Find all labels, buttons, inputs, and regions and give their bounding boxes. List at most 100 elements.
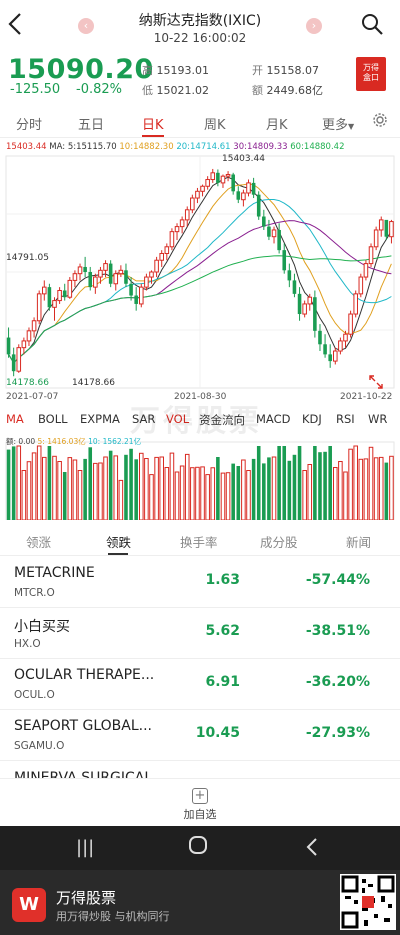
list-item[interactable]: METACRINE MTCR.O 1.63 -57.44%: [0, 557, 400, 608]
min-price-label: 14178.66: [72, 378, 115, 388]
volume-bar: [184, 453, 190, 521]
ind-tab-kdj[interactable]: KDJ: [302, 412, 322, 426]
volume-bar: [139, 452, 144, 521]
chevron-right-circle-icon[interactable]: ›: [306, 18, 322, 34]
candle-body: [169, 231, 175, 248]
candle-body: [47, 287, 52, 308]
volume-bar: [21, 470, 27, 521]
tab-monthly-k[interactable]: 月K: [266, 114, 288, 133]
add-watchlist-button[interactable]: + 加自选: [168, 784, 232, 824]
amount-quote: 额 2449.68亿: [252, 82, 323, 98]
volume-bar: [195, 466, 200, 521]
list-item[interactable]: OCULAR THERAPE... OCUL.O 6.91 -36.20%: [0, 659, 400, 710]
back-icon[interactable]: [306, 838, 318, 861]
volume-bar: [282, 446, 287, 520]
ind-tab-boll[interactable]: BOLL: [38, 412, 68, 426]
list-tab-news[interactable]: 新闻: [346, 532, 371, 551]
volume-bar: [216, 457, 220, 520]
list-tab-underline: [108, 553, 128, 555]
candle-body: [134, 295, 138, 304]
volume-legend: 额: 0.00 5: 1416.03亿 10: 1562.21亿: [6, 436, 141, 447]
tab-more-label: 更多: [322, 118, 349, 133]
app-banner[interactable]: W 万得股票 用万得炒股 与机构同行: [0, 870, 400, 935]
stock-price: 5.62: [205, 623, 240, 639]
banner-subtitle: 用万得炒股 与机构同行: [56, 910, 170, 923]
high-label: 高: [142, 64, 153, 77]
volume-bar: [333, 467, 338, 521]
candle-body: [108, 263, 113, 284]
list-tab-turnover[interactable]: 换手率: [180, 532, 218, 551]
volume-bar: [118, 479, 124, 521]
volume-bar: [6, 449, 11, 520]
low-value: 15021.02: [156, 84, 210, 97]
ind-tab-expma[interactable]: EXPMA: [80, 412, 120, 426]
gear-icon[interactable]: [372, 112, 388, 132]
volume-bar: [373, 457, 379, 521]
candle-body: [190, 197, 195, 211]
candle-body: [159, 253, 164, 261]
list-item[interactable]: SEAPORT GLOBAL... SGAMU.O 10.45 -27.93%: [0, 710, 400, 761]
candle-body: [113, 273, 119, 285]
list-tab-constituents[interactable]: 成分股: [260, 532, 298, 551]
volume-bar: [297, 446, 302, 520]
candle-body: [358, 276, 364, 295]
header: ‹ 纳斯达克指数(IXIC) 10-22 16:00:02 ›: [0, 0, 400, 52]
candle-body: [307, 296, 313, 305]
period-tabs: 分时 五日 日K 周K 月K 更多▼: [0, 106, 400, 138]
expand-icon[interactable]: [368, 374, 384, 394]
ind-tab-ma[interactable]: MA: [6, 412, 24, 426]
volume-bar: [134, 459, 138, 520]
volume-bar: [307, 464, 313, 521]
candle-body: [88, 272, 93, 288]
tab-weekly-k[interactable]: 周K: [204, 114, 226, 133]
candle-body: [262, 216, 266, 227]
stock-price: 1.63: [205, 572, 240, 588]
low-quote: 低 15021.02: [142, 82, 209, 98]
home-icon[interactable]: [188, 835, 208, 860]
recents-icon[interactable]: |||: [76, 837, 94, 858]
volume-bar: [154, 456, 159, 521]
candle-body: [256, 194, 261, 217]
tab-intraday[interactable]: 分时: [16, 114, 42, 133]
candle-body: [31, 320, 37, 332]
volume-bar: [77, 470, 83, 521]
brand-line1: 万得: [363, 63, 379, 72]
high-quote: 高 15193.01: [142, 62, 209, 78]
volume-bar: [363, 458, 369, 521]
open-value: 15158.07: [266, 64, 320, 77]
list-item[interactable]: MINERVA SURGICAL: [0, 761, 400, 778]
list-tab-gainers[interactable]: 领涨: [26, 532, 51, 551]
volume-bar: [302, 470, 307, 521]
ind-tab-wr[interactable]: WR: [368, 412, 387, 426]
volume-bar: [190, 467, 195, 521]
stock-name: 小白买买: [14, 619, 70, 635]
tab-daily-k[interactable]: 日K: [142, 114, 164, 133]
brand-badge[interactable]: 万得 盒口: [356, 57, 386, 91]
stock-change-pct: -57.44%: [305, 572, 370, 588]
candle-body: [302, 303, 307, 315]
system-navbar: |||: [0, 826, 400, 870]
candle-body: [353, 293, 358, 315]
candle-body: [338, 340, 343, 352]
volume-bar: [323, 451, 327, 520]
candle-body: [328, 354, 332, 362]
list-tab-losers[interactable]: 领跌: [106, 532, 131, 551]
list-item[interactable]: 小白买买 HX.O 5.62 -38.51%: [0, 608, 400, 659]
candle-body: [267, 226, 271, 237]
volume-bar: [287, 460, 292, 520]
tab-five-day[interactable]: 五日: [78, 114, 104, 133]
volume-bar: [67, 457, 73, 521]
kline-chart[interactable]: [0, 150, 400, 524]
volume-bar: [205, 474, 210, 521]
candle-body: [16, 347, 22, 372]
candle-body: [52, 300, 57, 308]
volume-bar: [159, 456, 164, 521]
search-icon[interactable]: [360, 12, 386, 38]
candle-body: [57, 289, 62, 302]
tab-more[interactable]: 更多▼: [322, 114, 354, 133]
stock-name: OCULAR THERAPE...: [14, 667, 155, 683]
volume-bar: [210, 467, 216, 521]
volume-bar: [179, 465, 185, 521]
kline-svg[interactable]: [0, 150, 400, 521]
ind-tab-rsi[interactable]: RSI: [336, 412, 355, 426]
